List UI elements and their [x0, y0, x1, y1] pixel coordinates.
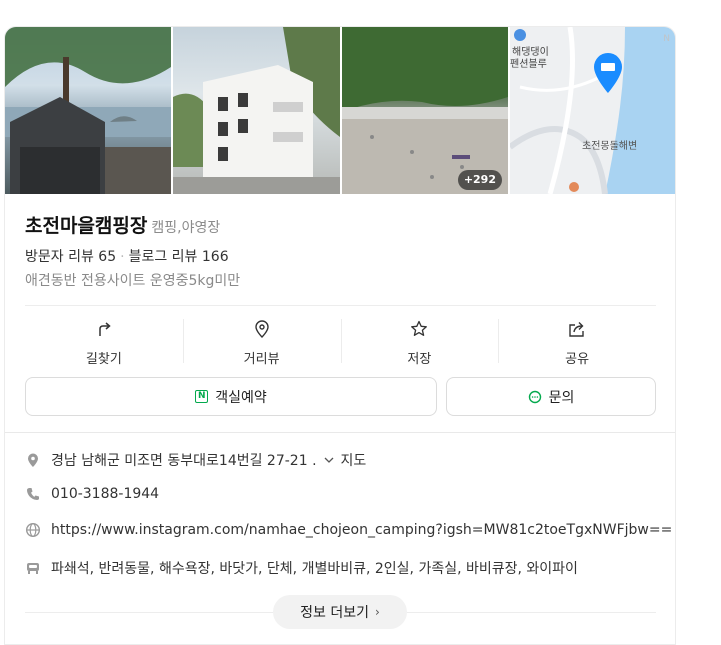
website-row: https://www.instagram.com/namhae_chojeon…: [25, 522, 672, 538]
share-button[interactable]: 공유: [498, 311, 656, 371]
review-summary: 방문자 리뷰 65 · 블로그 리뷰 166: [25, 246, 229, 266]
more-info-label: 정보 더보기: [300, 605, 370, 621]
map-link[interactable]: 지도: [341, 450, 367, 470]
chat-icon: [528, 390, 541, 403]
blog-reviews-link[interactable]: 블로그 리뷰 166: [129, 249, 229, 265]
cta-row: N 객실예약 문의: [25, 377, 656, 416]
photo-building[interactable]: [173, 27, 340, 194]
street-view-label: 거리뷰: [243, 352, 280, 367]
room-booking-label: 객실예약: [215, 389, 267, 406]
place-name: 초전마을캠핑장: [25, 215, 148, 237]
visitor-reviews-link[interactable]: 방문자 리뷰 65: [25, 249, 116, 265]
inquiry-label: 문의: [548, 389, 575, 406]
directions-button[interactable]: 길찾기: [25, 311, 183, 371]
website-link[interactable]: https://www.instagram.com/namhae_chojeon…: [51, 522, 672, 538]
place-description: 애견동반 전용사이트 운영중5kg미만: [25, 273, 241, 289]
action-bar: 길찾기 거리뷰 저장 공유: [25, 311, 656, 371]
globe-icon: [25, 522, 41, 538]
address-text: 경남 남해군 미조면 동부대로14번길 27-21 .: [51, 453, 317, 469]
naver-booking-icon: N: [195, 390, 209, 403]
location-pin-icon: [254, 320, 269, 338]
save-label: 저장: [407, 352, 432, 367]
share-icon: [569, 322, 584, 337]
phone-icon: [27, 488, 39, 500]
star-icon: [411, 320, 428, 336]
more-info-button[interactable]: 정보 더보기 ›: [273, 595, 407, 629]
photo-strip: +292 N 해댕댕이 펜션블루 초전몽돌해변: [5, 27, 675, 194]
chevron-right-icon: ›: [375, 605, 380, 619]
amenities-icon: [27, 563, 39, 574]
directions-icon: [99, 322, 111, 336]
more-photos-badge[interactable]: +292: [457, 170, 502, 190]
photo-campsite[interactable]: [5, 27, 171, 194]
photo-beach[interactable]: +292: [342, 27, 508, 194]
dot-separator: ·: [120, 249, 125, 265]
inquiry-button[interactable]: 문의: [446, 377, 656, 416]
map-thumbnail[interactable]: N 해댕댕이 펜션블루 초전몽돌해변: [510, 27, 675, 194]
save-button[interactable]: 저장: [340, 311, 499, 371]
title-row: 초전마을캠핑장 캠핑,야영장: [25, 211, 220, 238]
phone-row: 010-3188-1944: [25, 486, 159, 502]
room-booking-button[interactable]: N 객실예약: [25, 377, 437, 416]
map-label-2: 펜션블루: [510, 59, 547, 70]
map-label-3: 초전몽돌해변: [582, 141, 638, 152]
svg-text:N: N: [663, 34, 670, 44]
amenities-row: 파쇄석, 반려동물, 해수욕장, 바닷가, 단체, 개별바비큐, 2인실, 가족…: [25, 558, 578, 578]
location-pin-icon: [28, 453, 38, 467]
amenities-text: 파쇄석, 반려동물, 해수욕장, 바닷가, 단체, 개별바비큐, 2인실, 가족…: [51, 561, 578, 577]
directions-label: 길찾기: [85, 352, 122, 367]
place-category: 캠핑,야영장: [151, 220, 221, 236]
address-row: 경남 남해군 미조면 동부대로14번길 27-21 . 지도: [25, 450, 366, 470]
phone-number[interactable]: 010-3188-1944: [51, 486, 159, 502]
street-view-button[interactable]: 거리뷰: [182, 311, 341, 371]
share-label: 공유: [565, 352, 590, 367]
chevron-down-icon[interactable]: [323, 454, 335, 466]
place-card: +292 N 해댕댕이 펜션블루 초전몽돌해변 초전마을캠핑장 캠핑,야영장 방…: [4, 26, 676, 645]
section-divider: [5, 432, 675, 433]
divider: [25, 305, 656, 306]
